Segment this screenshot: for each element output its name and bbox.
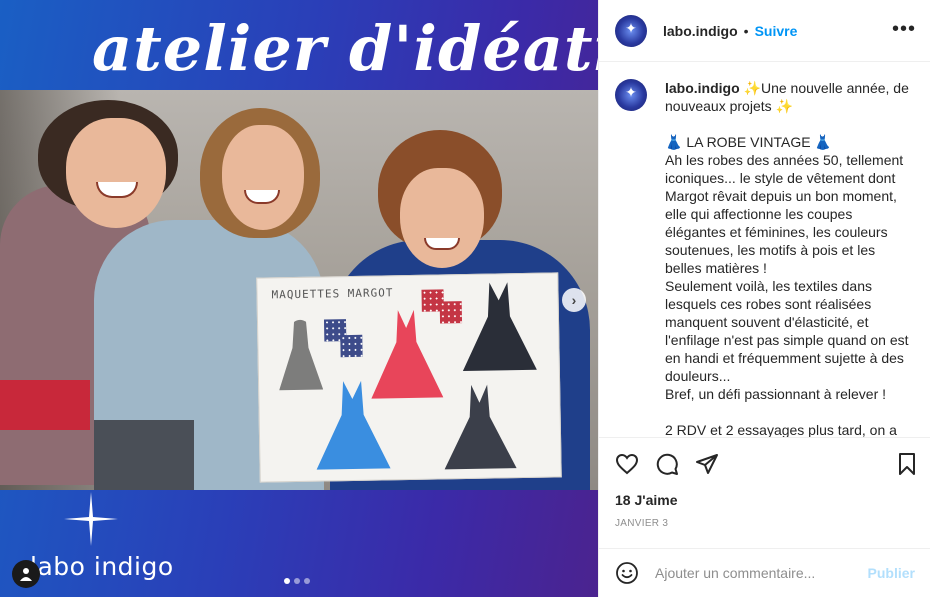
post-media[interactable]: atelier d'idéation MAQUETTES MARGOT	[0, 0, 598, 597]
swatch-red-2	[439, 301, 463, 324]
carousel-dot	[294, 578, 300, 584]
dark-dress	[462, 282, 537, 372]
banner-title: atelier d'idéation	[92, 12, 598, 85]
more-icon[interactable]: •••	[892, 18, 916, 41]
bookmark-icon[interactable]	[895, 452, 919, 476]
header-username[interactable]: labo.indigo	[663, 23, 738, 39]
carousel-dot	[304, 578, 310, 584]
star-logo-icon	[64, 492, 118, 546]
header-separator: •	[743, 22, 749, 39]
board-title: MAQUETTES MARGOT	[271, 286, 394, 302]
post-side-panel: labo.indigo • Suivre ••• labo.indigo ✨Un…	[598, 0, 930, 597]
post-date[interactable]: JANVIER 3	[615, 518, 668, 529]
carousel-indicator	[284, 578, 310, 584]
watermark-text: labo indigo	[30, 552, 174, 581]
post-photo: MAQUETTES MARGOT	[0, 90, 598, 490]
heart-icon[interactable]	[615, 452, 639, 476]
blue-dress	[316, 380, 391, 470]
chevron-right-icon[interactable]: ›	[562, 288, 586, 312]
caption-text: labo.indigo ✨Une nouvelle année, de nouv…	[665, 79, 915, 437]
caption-username[interactable]: labo.indigo	[665, 80, 740, 96]
action-bar	[599, 437, 930, 489]
publish-button[interactable]: Publier	[868, 565, 915, 581]
share-icon[interactable]	[695, 452, 719, 476]
avatar[interactable]	[615, 14, 647, 47]
caption-body: ✨Une nouvelle année, de nouveaux projets…	[665, 80, 909, 437]
post-header: labo.indigo • Suivre •••	[599, 0, 930, 62]
user-tag-icon[interactable]	[12, 560, 40, 588]
carousel-dot	[284, 578, 290, 584]
comment-icon[interactable]	[655, 452, 679, 476]
swatch-navy-2	[340, 334, 363, 358]
follow-button[interactable]: Suivre	[755, 23, 798, 39]
comment-bar: Ajouter un commentaire... Publier	[599, 548, 930, 597]
design-board: MAQUETTES MARGOT	[256, 272, 562, 483]
emoji-icon[interactable]	[615, 561, 639, 585]
likes-count[interactable]: 18 J'aime	[615, 492, 678, 508]
navy-dress	[444, 384, 517, 470]
caption-area: labo.indigo ✨Une nouvelle année, de nouv…	[599, 63, 930, 437]
caption-avatar[interactable]	[615, 79, 647, 111]
comment-input[interactable]: Ajouter un commentaire...	[655, 565, 868, 581]
